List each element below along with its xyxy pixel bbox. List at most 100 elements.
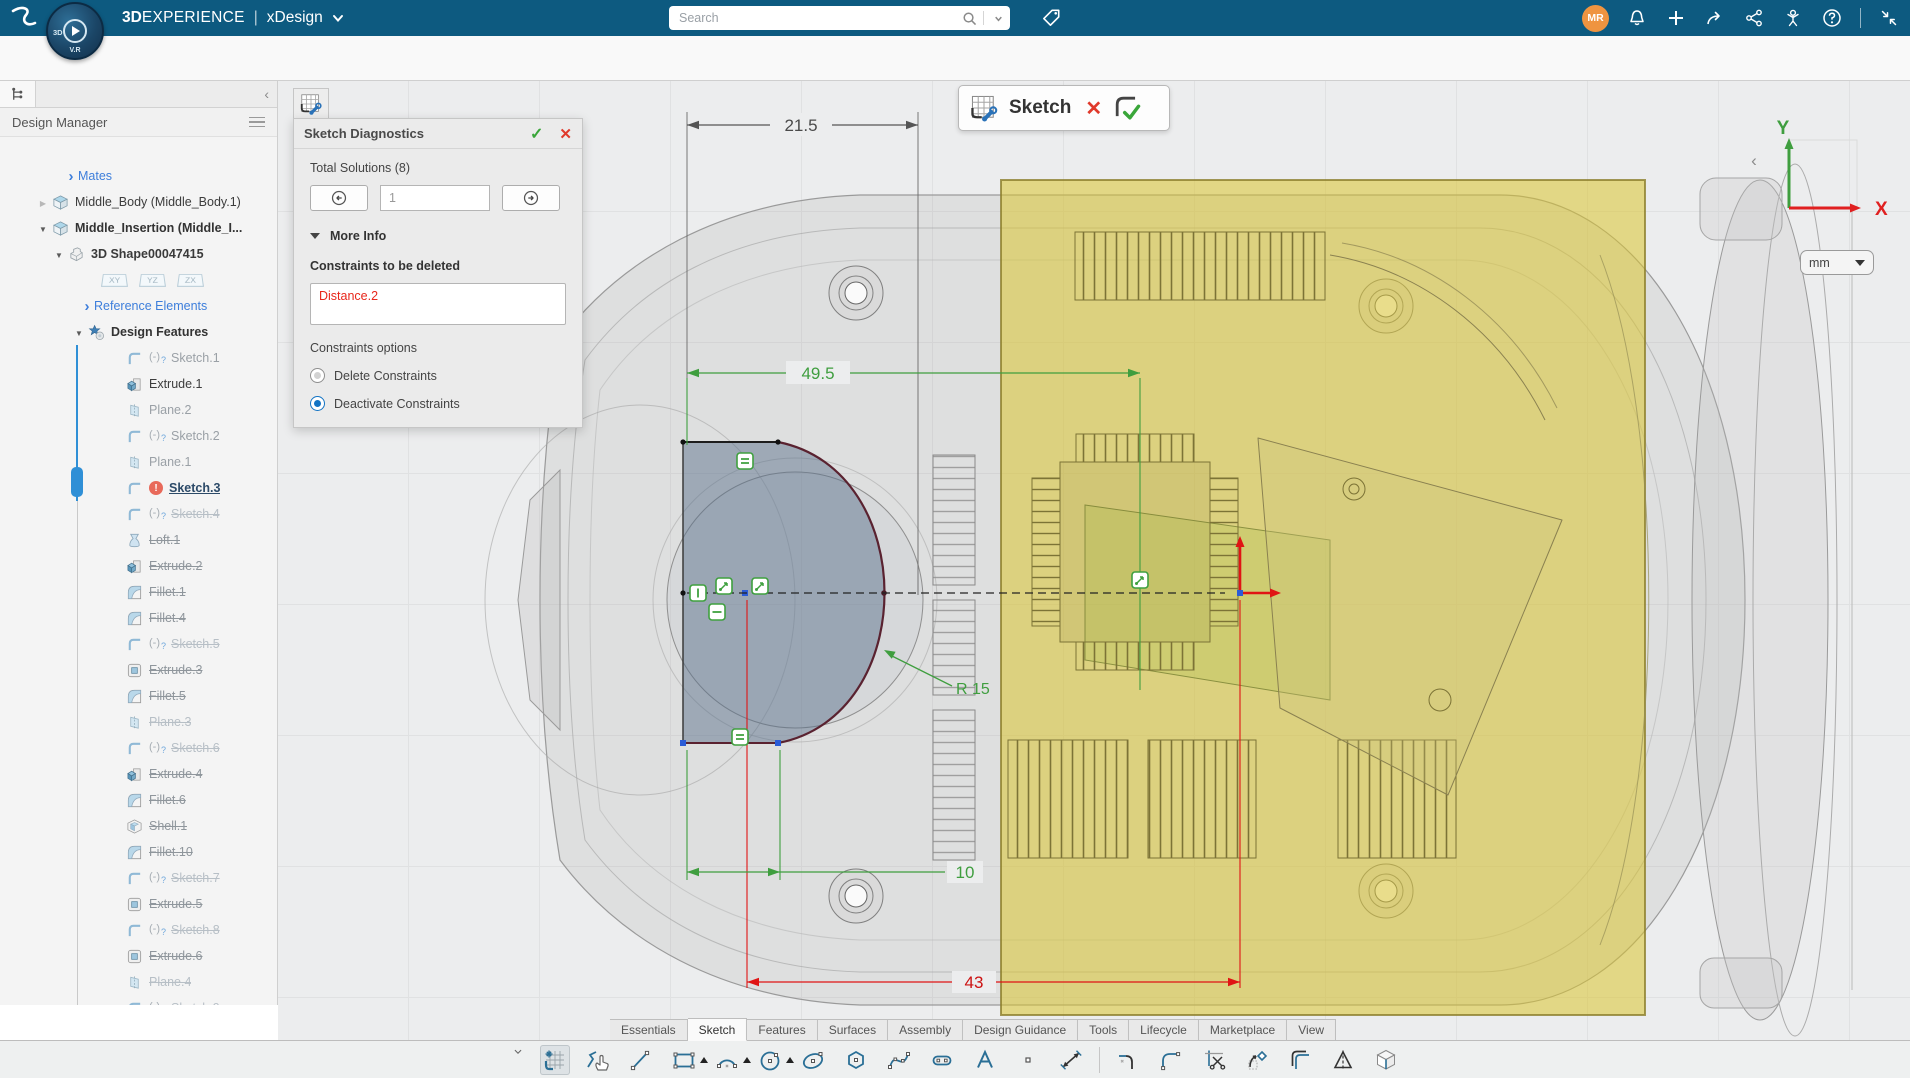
tree-item-extrude-3[interactable]: Extrude.3 [0, 657, 277, 683]
tree-item-plane-1[interactable]: Plane.1 [0, 449, 277, 475]
ellipse-tool[interactable] [798, 1045, 828, 1075]
panel-menu-icon[interactable] [249, 117, 265, 128]
tree-item-sketch-7[interactable]: Sketch.7 [0, 865, 277, 891]
tree-item-sketch-3[interactable]: Sketch.3 [0, 475, 277, 501]
sketch-vertex[interactable] [775, 740, 781, 746]
confirm-icon[interactable] [530, 124, 543, 144]
dim-label-10[interactable]: 10 [956, 863, 975, 882]
arc-tool[interactable] [712, 1045, 742, 1075]
xy-plane-icon[interactable]: XY [101, 274, 128, 287]
tree-item-middle-body[interactable]: Middle_Body (Middle_Body.1) [0, 189, 277, 215]
trim-tool[interactable] [1199, 1045, 1229, 1075]
tab-design-guidance[interactable]: Design Guidance [963, 1019, 1078, 1041]
point-tool[interactable] [1013, 1045, 1043, 1075]
tree-item-extrude-1[interactable]: Extrude.1 [0, 371, 277, 397]
tree-item-plane-4[interactable]: Plane.4 [0, 969, 277, 995]
tree-item-plane-triad[interactable]: XY YZ ZX [0, 267, 277, 293]
tree-item-sketch-5[interactable]: Sketch.5 [0, 631, 277, 657]
tree-item-reference-elements[interactable]: Reference Elements [0, 293, 277, 319]
radio-deactivate-constraints[interactable]: Deactivate Constraints [310, 396, 566, 411]
expand-arrow-icon[interactable] [72, 326, 86, 339]
sketch-tool[interactable] [540, 1045, 570, 1075]
horizontal-constraint-icon[interactable] [709, 604, 725, 620]
tree-item-sketch-6[interactable]: Sketch.6 [0, 735, 277, 761]
equal-constraint-icon[interactable] [732, 729, 748, 745]
exit-sketch-confirm-icon[interactable] [1112, 93, 1142, 123]
yz-plane-icon[interactable]: YZ [139, 274, 166, 287]
line-tool[interactable] [626, 1045, 656, 1075]
toolbar-divider[interactable] [1099, 1047, 1100, 1073]
dimension-tool[interactable] [1056, 1045, 1086, 1075]
mirror-tool[interactable] [1328, 1045, 1358, 1075]
tab-features[interactable]: Features [747, 1019, 817, 1041]
vertical-constraint-icon[interactable] [690, 585, 706, 601]
spline-tool[interactable] [884, 1045, 914, 1075]
tree-item-fillet-6[interactable]: Fillet.6 [0, 787, 277, 813]
expand-arrow-icon[interactable] [64, 169, 78, 184]
search-input[interactable] [669, 11, 957, 25]
expand-arrow-icon[interactable] [80, 299, 94, 314]
dim-label-21-5[interactable]: 21.5 [784, 116, 817, 135]
tree-item-3d-shape[interactable]: 3D Shape00047415 [0, 241, 277, 267]
more-info-toggle[interactable]: More Info [310, 229, 566, 243]
add-icon[interactable] [1665, 7, 1687, 29]
tree-item-sketch-8[interactable]: Sketch.8 [0, 917, 277, 943]
tab-assembly[interactable]: Assembly [888, 1019, 963, 1041]
tree-item-fillet-5[interactable]: Fillet.5 [0, 683, 277, 709]
tree-item-sketch-1[interactable]: Sketch.1 [0, 345, 277, 371]
expand-arrow-icon[interactable] [52, 248, 66, 261]
corner-tool[interactable] [1113, 1045, 1143, 1075]
tab-essentials[interactable]: Essentials [610, 1019, 688, 1041]
tree-item-sketch-2[interactable]: Sketch.2 [0, 423, 277, 449]
avatar[interactable]: MR [1582, 5, 1609, 32]
expand-arrow-icon[interactable] [36, 222, 50, 235]
sketch-vertex[interactable] [680, 740, 686, 746]
collapse-window-icon[interactable] [1878, 7, 1900, 29]
tag-icon[interactable] [1040, 7, 1062, 29]
cancel-icon[interactable] [559, 125, 572, 143]
offset-tool[interactable] [1285, 1045, 1315, 1075]
tree-item-extrude-5[interactable]: Extrude.5 [0, 891, 277, 917]
radio-delete-constraints[interactable]: Delete Constraints [310, 368, 566, 383]
axis-triad[interactable]: Y X [1777, 118, 1888, 220]
tangent-constraint-icon[interactable] [1132, 572, 1148, 588]
tree-item-shell-1[interactable]: Shell.1 [0, 813, 277, 839]
zx-plane-icon[interactable]: ZX [177, 274, 204, 287]
search-options-chevron-icon[interactable] [986, 7, 1010, 29]
freehand-sketch-tool[interactable] [583, 1045, 613, 1075]
tree-item-mates[interactable]: Mates [0, 163, 277, 189]
tangent-constraint-icon[interactable] [752, 578, 768, 594]
text-tool[interactable] [970, 1045, 1000, 1075]
tab-tools[interactable]: Tools [1078, 1019, 1129, 1041]
community-icon[interactable] [1782, 7, 1804, 29]
convert-entity-tool[interactable] [1242, 1045, 1272, 1075]
tree-item-plane-3[interactable]: Plane.3 [0, 709, 277, 735]
next-solution-button[interactable] [502, 185, 560, 211]
project-3d-tool[interactable] [1371, 1045, 1401, 1075]
plane-triad[interactable]: XY YZ ZX [102, 273, 203, 287]
rollback-handle[interactable] [71, 467, 83, 497]
tree-item-extrude-2[interactable]: Extrude.2 [0, 553, 277, 579]
solution-index-input[interactable] [380, 185, 490, 211]
tree-item-middle-insertion[interactable]: Middle_Insertion (Middle_I... [0, 215, 277, 241]
panel-collapse-icon[interactable] [1745, 148, 1763, 174]
tree-item-sketch-9[interactable]: Sketch.9 [0, 995, 277, 1005]
share-network-icon[interactable] [1743, 7, 1765, 29]
radio-icon[interactable] [310, 396, 325, 411]
tree-item-design-features[interactable]: Design Features [0, 319, 277, 345]
tree-item-plane-2[interactable]: Plane.2 [0, 397, 277, 423]
tab-lifecycle[interactable]: Lifecycle [1129, 1019, 1199, 1041]
tab-sketch[interactable]: Sketch [688, 1018, 748, 1041]
tree-item-extrude-6[interactable]: Extrude.6 [0, 943, 277, 969]
sidebar-collapse-icon[interactable] [264, 86, 269, 102]
tree-item-fillet-10[interactable]: Fillet.10 [0, 839, 277, 865]
circle-tool[interactable] [755, 1045, 785, 1075]
tangent-constraint-icon[interactable] [716, 578, 732, 594]
exit-sketch-cancel-icon[interactable] [1085, 96, 1102, 121]
constraint-item[interactable]: Distance.2 [319, 289, 378, 303]
app-switcher-chevron-icon[interactable] [331, 11, 345, 25]
notifications-icon[interactable] [1626, 7, 1648, 29]
tree-item-sketch-4[interactable]: Sketch.4 [0, 501, 277, 527]
tab-marketplace[interactable]: Marketplace [1199, 1019, 1287, 1041]
polygon-tool[interactable] [841, 1045, 871, 1075]
